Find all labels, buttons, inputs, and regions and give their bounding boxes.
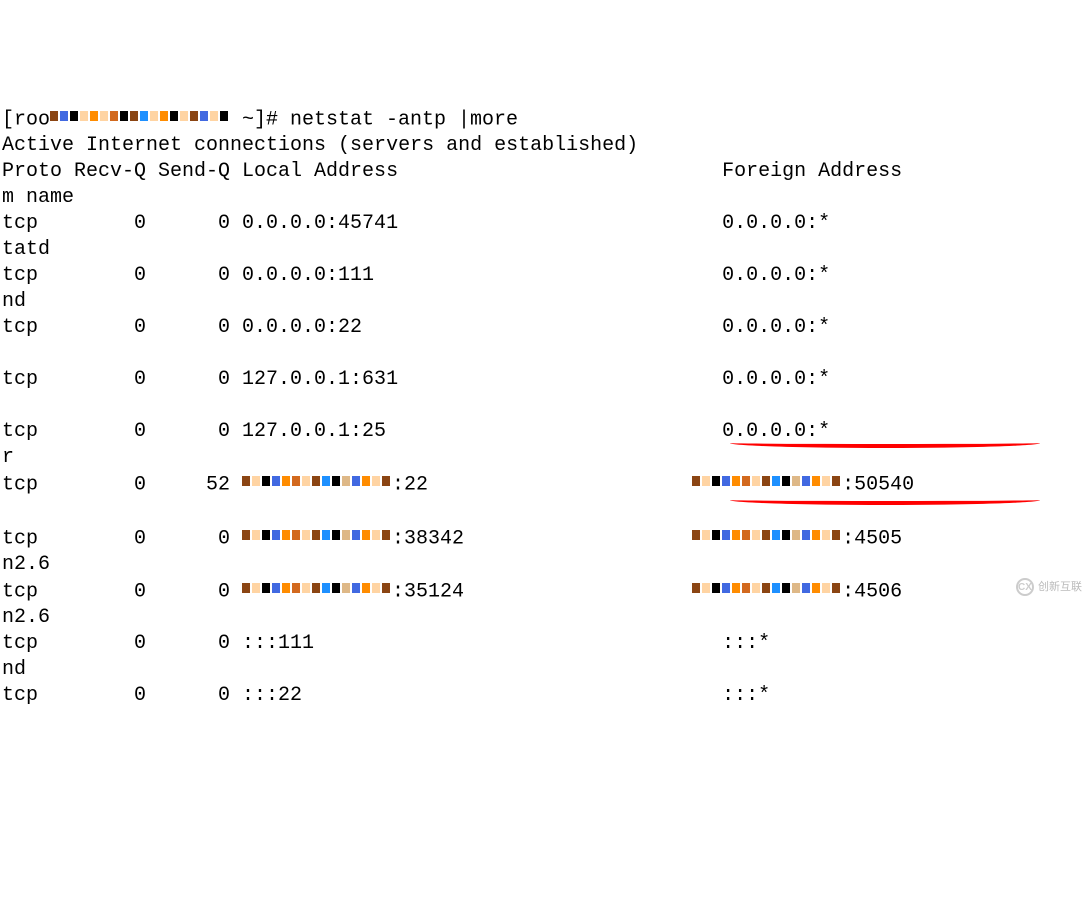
watermark: CX 创新互联 — [1016, 578, 1082, 596]
row-wrap: nd — [2, 657, 1088, 683]
row-wrap: nd — [2, 289, 1088, 315]
table-row: tcp 0 0 :::111 :::* — [2, 631, 1088, 657]
prompt-line: [roo ~]# netstat -antp |more — [2, 106, 1088, 133]
table-row: tcp 0 0 :35124 :4506 — [2, 578, 1088, 605]
annotation-underline-icon — [730, 495, 1040, 505]
row-wrap: n2.6 — [2, 552, 1088, 578]
column-headers: Proto Recv-Q Send-Q Local Address Foreig… — [2, 159, 1088, 185]
header-title: Active Internet connections (servers and… — [2, 133, 1088, 159]
row-wrap — [2, 393, 1088, 419]
row-wrap — [2, 341, 1088, 367]
row-wrap: tatd — [2, 237, 1088, 263]
table-row: tcp 0 0 0.0.0.0:22 0.0.0.0:* — [2, 315, 1088, 341]
header-wrap: m name — [2, 185, 1088, 211]
table-row: tcp 0 0 :38342 :4505 — [2, 525, 1088, 552]
row-wrap — [2, 709, 1088, 735]
table-row: tcp 0 0 :::22 :::* — [2, 683, 1088, 709]
table-row: tcp 0 0 0.0.0.0:111 0.0.0.0:* — [2, 263, 1088, 289]
row-wrap: n2.6 — [2, 605, 1088, 631]
table-row: tcp 0 0 0.0.0.0:45741 0.0.0.0:* — [2, 211, 1088, 237]
watermark-text: 创新互联 — [1038, 580, 1082, 594]
table-row: tcp 0 0 127.0.0.1:631 0.0.0.0:* — [2, 367, 1088, 393]
row-wrap: r — [2, 445, 1088, 471]
terminal-output: [roo ~]# netstat -antp |moreActive Inter… — [2, 106, 1088, 735]
watermark-logo-icon: CX — [1016, 578, 1034, 596]
annotation-underline-icon — [730, 438, 1040, 448]
